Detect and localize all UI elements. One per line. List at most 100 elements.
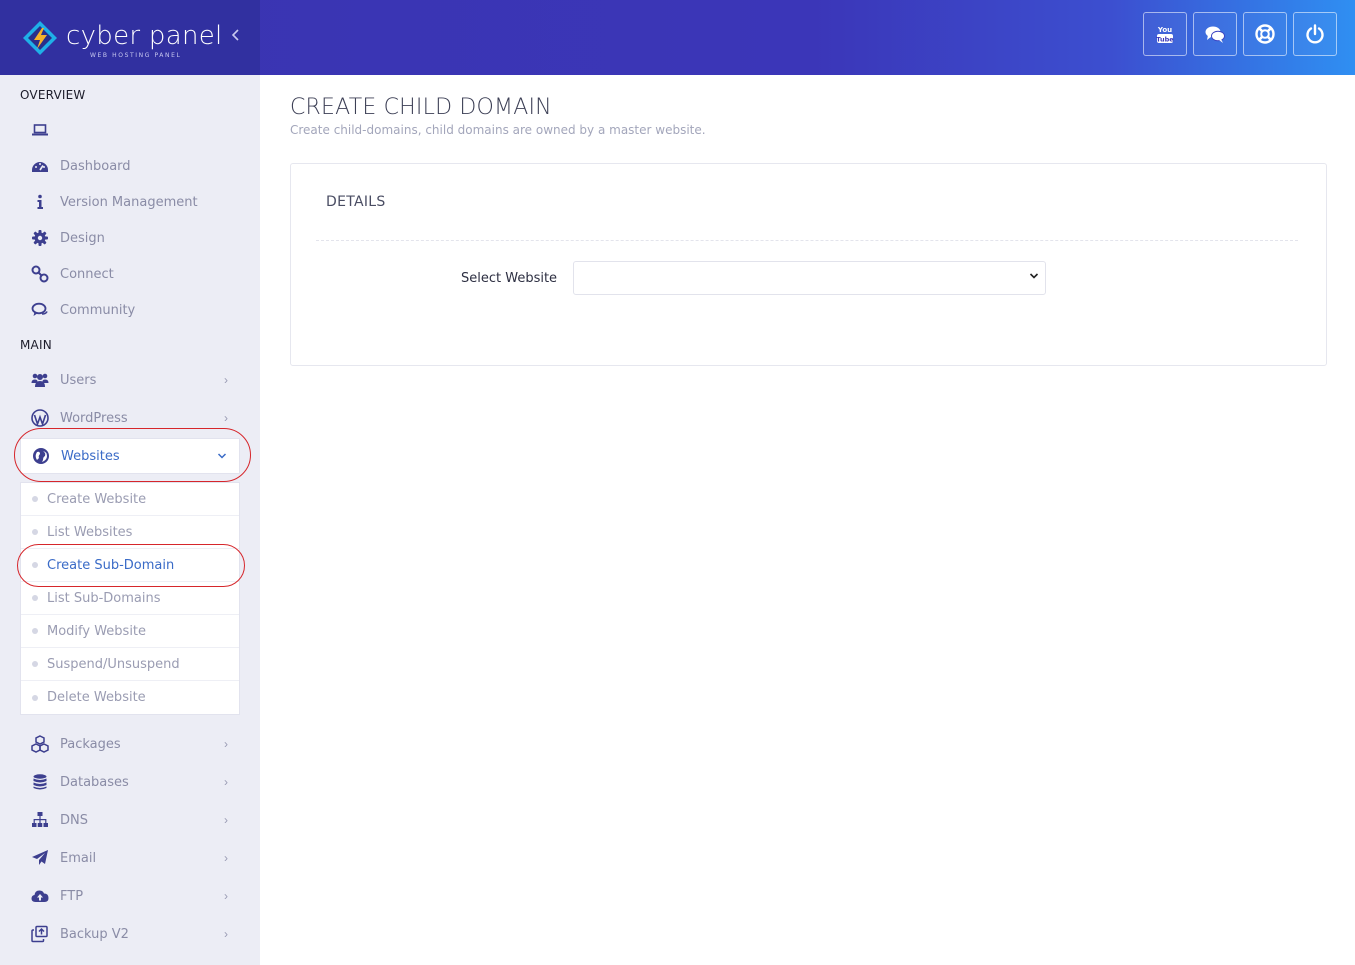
sidebar-item-label: Community xyxy=(60,302,136,318)
sidebar-collapse-button[interactable] xyxy=(231,28,240,44)
submenu-item-list-websites[interactable]: List Websites xyxy=(21,516,239,549)
submenu-item-create-website[interactable]: Create Website xyxy=(21,483,239,516)
globe-icon xyxy=(33,448,49,464)
backup-icon xyxy=(31,925,48,943)
youtube-icon: You Tube xyxy=(1156,26,1174,44)
websites-submenu: Create Website List Websites Create Sub-… xyxy=(20,482,240,715)
sidebar-item-label: Users xyxy=(60,372,97,388)
sidebar-item-label: Websites xyxy=(61,448,120,464)
overview-section-title: OVERVIEW xyxy=(20,88,86,102)
chevron-right-icon: › xyxy=(224,411,228,425)
chevron-right-icon: › xyxy=(224,373,228,387)
cyberpanel-logo-icon xyxy=(23,21,57,55)
bullet-icon xyxy=(32,661,38,667)
submenu-item-label: Create Website xyxy=(47,491,147,507)
chevron-right-icon: › xyxy=(224,813,228,827)
sidebar: OVERVIEW Dashboard Version Management De… xyxy=(0,75,260,965)
page-subtitle: Create child-domains, child domains are … xyxy=(290,123,706,137)
svg-text:Tube: Tube xyxy=(1156,36,1174,44)
submenu-item-label: List Sub-Domains xyxy=(47,590,161,606)
bullet-icon xyxy=(32,628,38,634)
database-icon xyxy=(33,774,47,790)
submenu-item-delete-website[interactable]: Delete Website xyxy=(21,681,239,714)
sidebar-item-packages[interactable]: Packages › xyxy=(20,726,240,762)
sidebar-item-label: Dashboard xyxy=(60,158,131,174)
main-content: CREATE CHILD DOMAIN Create child-domains… xyxy=(260,75,1355,965)
bullet-icon xyxy=(32,562,38,568)
chevron-right-icon: › xyxy=(224,737,228,751)
sidebar-item-users[interactable]: Users › xyxy=(20,362,240,398)
sidebar-item-databases[interactable]: Databases › xyxy=(20,764,240,800)
comments-icon xyxy=(31,302,48,316)
support-button[interactable] xyxy=(1243,12,1287,56)
sidebar-item-label: DNS xyxy=(60,812,88,828)
sidebar-item-label: Connect xyxy=(60,266,114,282)
users-icon xyxy=(31,373,49,387)
submenu-item-modify-website[interactable]: Modify Website xyxy=(21,615,239,648)
sidebar-item-community[interactable]: Community xyxy=(20,292,240,328)
power-icon xyxy=(1306,24,1324,44)
page-title: CREATE CHILD DOMAIN xyxy=(290,95,552,120)
chevron-down-icon xyxy=(1029,273,1039,279)
sidebar-item-wordpress[interactable]: WordPress › xyxy=(20,400,240,436)
sidebar-item-overview[interactable] xyxy=(20,112,240,148)
submenu-item-label: Suspend/Unsuspend xyxy=(47,656,180,672)
sidebar-item-dashboard[interactable]: Dashboard xyxy=(20,148,240,184)
sidebar-item-label: FTP xyxy=(60,888,84,904)
sidebar-item-label: Design xyxy=(60,230,105,246)
cloud-upload-icon xyxy=(31,890,49,902)
sitemap-icon xyxy=(32,812,48,827)
top-actions: You Tube xyxy=(1143,12,1337,56)
chevron-right-icon: › xyxy=(224,889,228,903)
bullet-icon xyxy=(32,496,38,502)
chevron-down-icon xyxy=(217,449,227,463)
logout-button[interactable] xyxy=(1293,12,1337,56)
logo-area: cyber panel WEB HOSTING PANEL xyxy=(0,0,260,75)
chat-button[interactable] xyxy=(1193,12,1237,56)
select-website-dropdown[interactable] xyxy=(573,261,1046,295)
sidebar-item-label: WordPress xyxy=(60,410,128,426)
chevron-right-icon: › xyxy=(224,775,228,789)
submenu-item-label: Delete Website xyxy=(47,690,146,705)
cubes-icon xyxy=(31,735,49,753)
submenu-item-label: Modify Website xyxy=(47,623,147,639)
sidebar-item-ftp[interactable]: FTP › xyxy=(20,878,240,914)
select-website-label: Select Website xyxy=(461,271,558,286)
connect-icon xyxy=(31,265,49,283)
sidebar-item-backup-v2[interactable]: Backup V2 › xyxy=(20,916,240,952)
bullet-icon xyxy=(32,595,38,601)
lifebuoy-icon xyxy=(1255,24,1275,44)
submenu-item-suspend-unsuspend[interactable]: Suspend/Unsuspend xyxy=(21,648,239,681)
sidebar-item-websites[interactable]: Websites xyxy=(20,438,240,474)
sidebar-item-design[interactable]: Design xyxy=(20,220,240,256)
sidebar-item-label: Email xyxy=(60,850,97,866)
submenu-item-list-sub-domains[interactable]: List Sub-Domains xyxy=(21,582,239,615)
paper-plane-icon xyxy=(32,850,48,865)
chat-icon xyxy=(1205,26,1225,43)
bullet-icon xyxy=(32,529,38,535)
sidebar-item-label: Databases xyxy=(60,774,129,790)
sidebar-item-dns[interactable]: DNS › xyxy=(20,802,240,838)
gear-icon xyxy=(32,230,48,246)
top-bar: cyber panel WEB HOSTING PANEL You Tube xyxy=(0,0,1355,75)
panel-divider xyxy=(316,240,1298,241)
youtube-button[interactable]: You Tube xyxy=(1143,12,1187,56)
chevron-right-icon: › xyxy=(224,851,228,865)
dashboard-icon xyxy=(32,162,48,172)
chevron-left-icon xyxy=(231,29,239,41)
submenu-item-create-sub-domain[interactable]: Create Sub-Domain xyxy=(21,549,239,582)
panel-title: DETAILS xyxy=(326,194,386,210)
sidebar-item-email[interactable]: Email › xyxy=(20,840,240,876)
main-section-title: MAIN xyxy=(20,338,52,352)
wordpress-icon xyxy=(31,409,49,427)
bullet-icon xyxy=(32,694,38,701)
sidebar-item-connect[interactable]: Connect xyxy=(20,256,240,292)
sidebar-item-version-management[interactable]: Version Management xyxy=(20,184,240,220)
brand-tagline: WEB HOSTING PANEL xyxy=(90,52,182,59)
sidebar-item-label: Version Management xyxy=(60,194,198,210)
laptop-icon xyxy=(32,124,48,136)
svg-text:You: You xyxy=(1157,26,1172,34)
submenu-item-label: List Websites xyxy=(47,524,133,540)
submenu-item-label: Create Sub-Domain xyxy=(47,557,175,573)
sidebar-item-label: Packages xyxy=(60,736,121,752)
